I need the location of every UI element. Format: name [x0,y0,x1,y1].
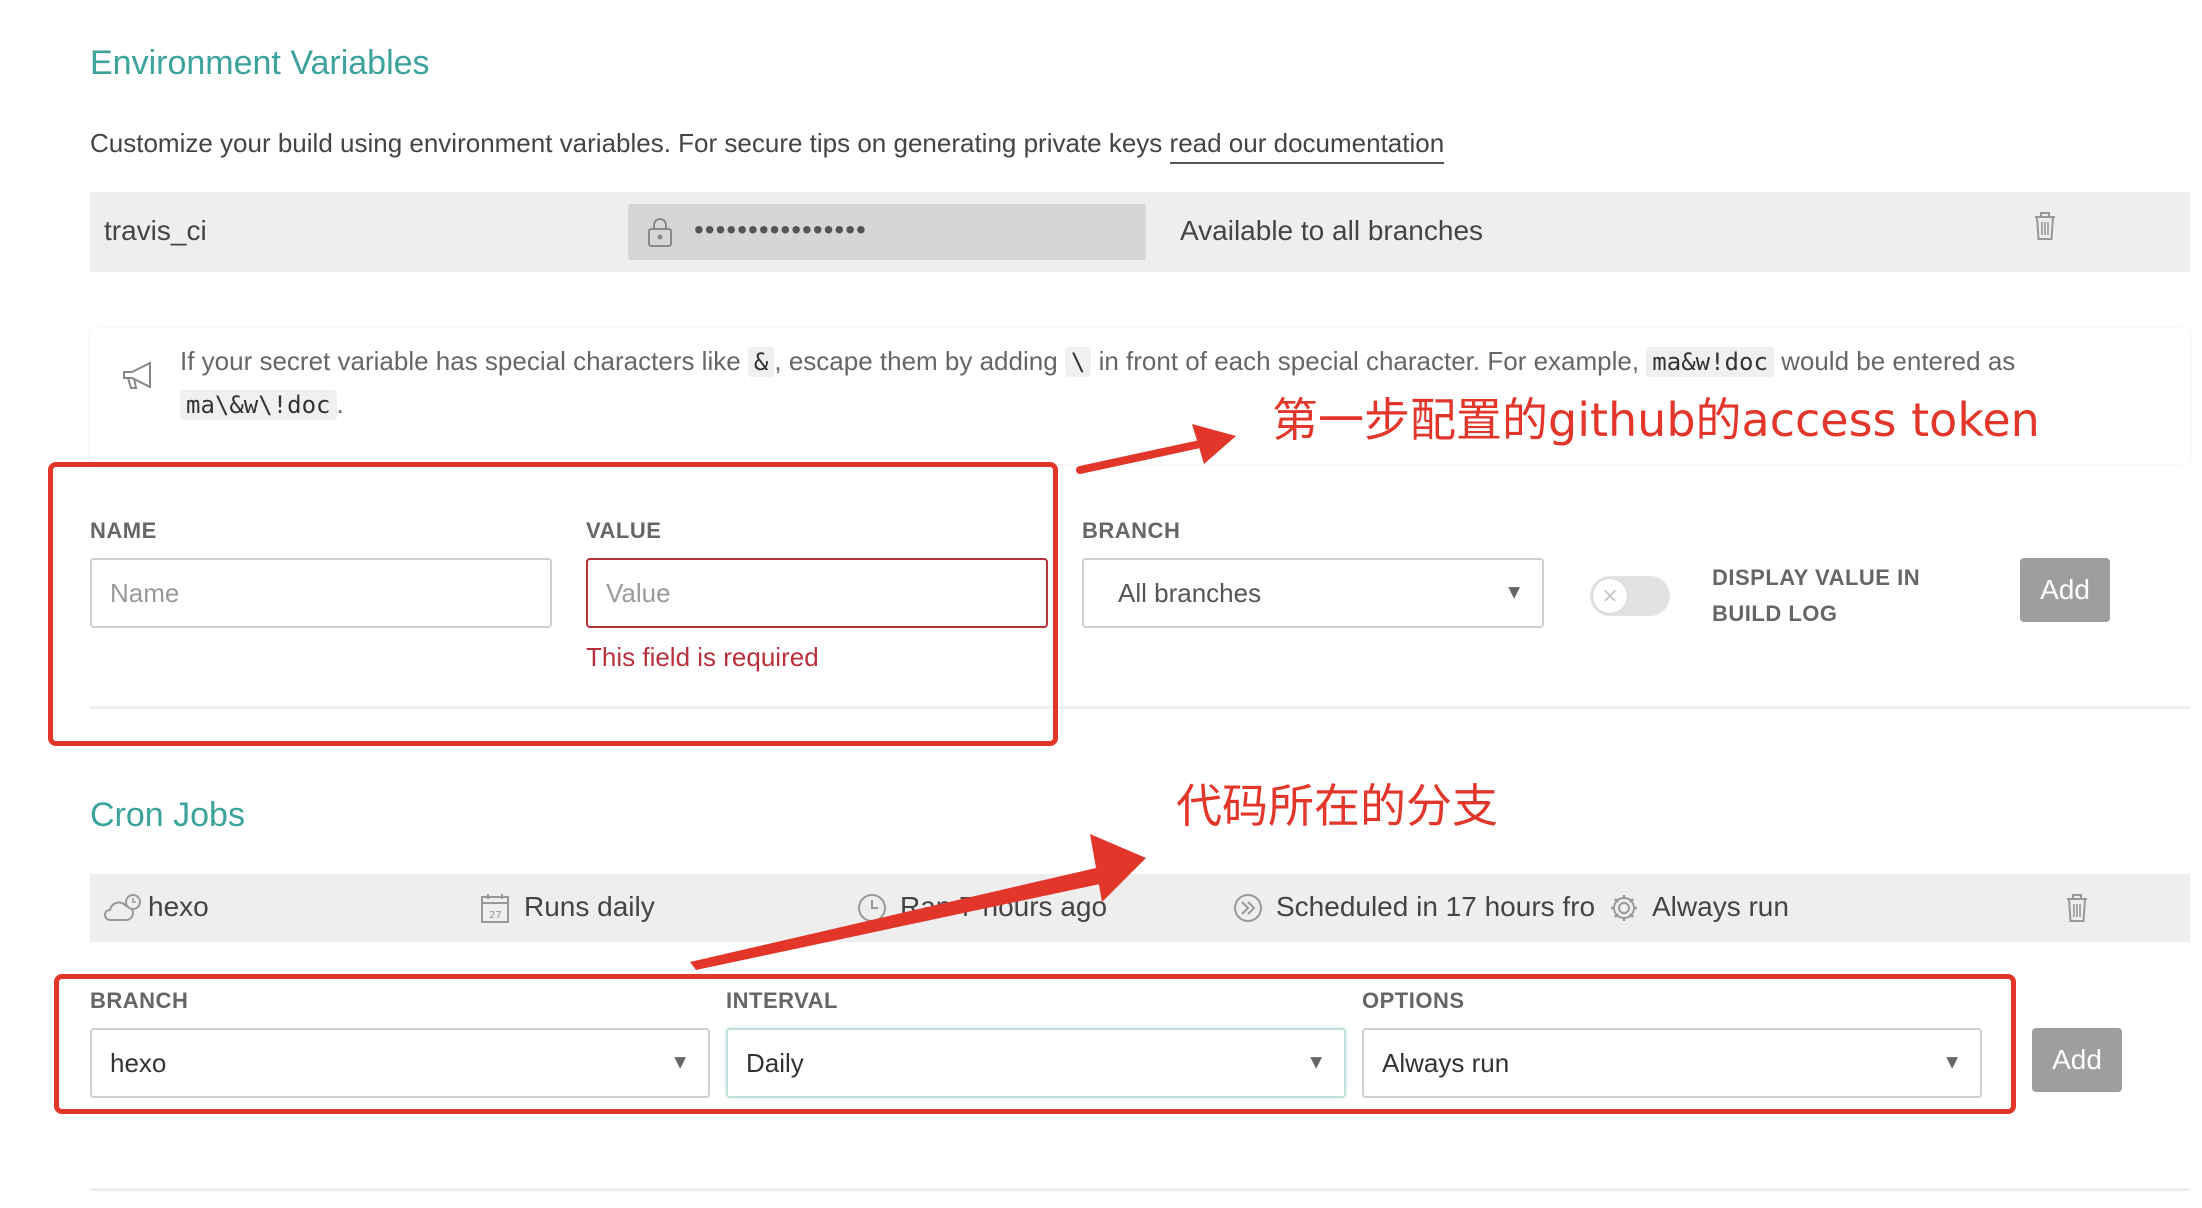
annotation-step2-text: 代码所在的分支 [1176,779,1498,833]
annotation-arrow-1 [1076,424,1236,474]
annotation-step1-text: 第一步配置的github的access token [1272,393,2040,447]
annotation-arrow-2 [690,834,1146,970]
annotation-arrows [690,424,1236,970]
